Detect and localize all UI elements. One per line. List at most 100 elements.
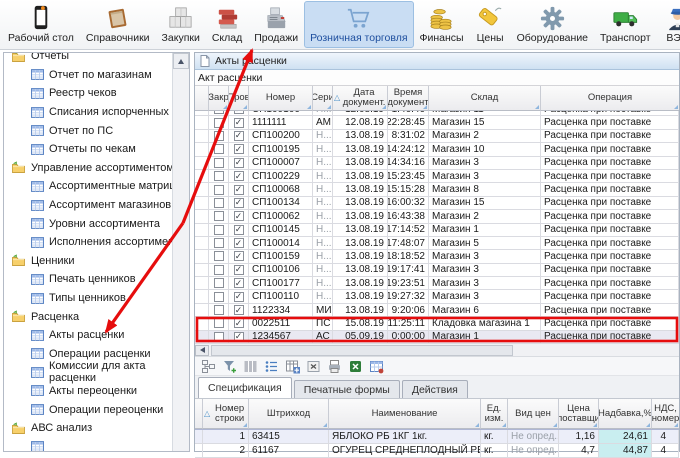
tab-actions[interactable]: Действия xyxy=(402,380,468,398)
formula-icon[interactable] xyxy=(305,359,321,374)
column-header-markup[interactable]: Надбавка,% xyxy=(599,399,652,429)
row-selector-cell[interactable] xyxy=(195,430,203,444)
closed-checkbox[interactable] xyxy=(214,278,224,288)
row-selector-cell[interactable] xyxy=(195,224,209,237)
column-header-series[interactable]: Сери xyxy=(313,86,333,111)
filter-add-icon[interactable] xyxy=(221,359,237,374)
row-selector-cell[interactable] xyxy=(195,250,209,263)
approved-checkbox[interactable] xyxy=(234,118,244,128)
table-row[interactable]: СП100062 Н... 13.08.19 16:43:38 Магазин … xyxy=(195,210,679,223)
closed-checkbox[interactable] xyxy=(214,198,224,208)
sidebar-item[interactable]: Расценка xyxy=(4,307,189,326)
column-header-closed[interactable]: Закр xyxy=(209,86,229,111)
approved-checkbox[interactable] xyxy=(234,211,244,221)
closed-checkbox[interactable] xyxy=(214,305,224,315)
row-selector-cell[interactable] xyxy=(195,290,209,303)
approved-checkbox[interactable] xyxy=(234,238,244,248)
horizontal-scrollbar[interactable] xyxy=(195,344,679,357)
insert-row-icon[interactable] xyxy=(284,359,300,374)
scroll-up-button[interactable] xyxy=(173,53,189,69)
closed-checkbox[interactable] xyxy=(214,292,224,302)
closed-checkbox[interactable] xyxy=(214,111,224,114)
tab-specification[interactable]: Спецификация xyxy=(198,377,292,398)
toolbar-item-warehouse[interactable]: Склад xyxy=(206,1,248,48)
sidebar-item[interactable]: Исполнения ассортимента xyxy=(4,233,189,252)
sidebar-item[interactable]: Отчеты xyxy=(4,52,189,66)
approved-checkbox[interactable] xyxy=(234,251,244,261)
tab-print-forms[interactable]: Печатные формы xyxy=(294,380,400,398)
table-row[interactable]: СП100229 Н... 13.08.19 15:23:45 Магазин … xyxy=(195,170,679,183)
closed-checkbox[interactable] xyxy=(214,251,224,261)
row-selector-cell[interactable] xyxy=(195,197,209,210)
column-header-approved[interactable]: Пров xyxy=(229,86,249,111)
row-selector-cell[interactable] xyxy=(195,331,209,344)
column-header-barcode[interactable]: Штрихкод xyxy=(249,399,329,429)
approved-checkbox[interactable] xyxy=(234,158,244,168)
row-selector-cell[interactable] xyxy=(195,130,209,143)
table-row[interactable]: СП100007 Н... 13.08.19 14:34:16 Магазин … xyxy=(195,157,679,170)
closed-checkbox[interactable] xyxy=(214,144,224,154)
sidebar-item[interactable]: Уровни ассортимента xyxy=(4,214,189,233)
sidebar-item[interactable]: Акты переоценки xyxy=(4,382,189,401)
closed-checkbox[interactable] xyxy=(214,225,224,235)
toolbar-item-finance[interactable]: Финансы xyxy=(414,1,470,48)
toolbar-item-equipment[interactable]: Оборудование xyxy=(511,1,594,48)
sidebar-item[interactable]: Операции переоценки xyxy=(4,400,189,419)
closed-checkbox[interactable] xyxy=(214,185,224,195)
sidebar-item[interactable]: Акты расценки xyxy=(4,326,189,345)
sidebar-item[interactable]: Ассортимент магазинов xyxy=(4,196,189,215)
column-header-supplier-price[interactable]: Цена поставщи xyxy=(559,399,599,429)
closed-checkbox[interactable] xyxy=(214,211,224,221)
approved-checkbox[interactable] xyxy=(234,225,244,235)
row-selector-cell[interactable] xyxy=(195,237,209,250)
sidebar-item[interactable]: АВС анализ xyxy=(4,419,189,438)
print-icon[interactable] xyxy=(326,359,342,374)
table-row[interactable]: СП100068 Н... 13.08.19 15:15:28 Магазин … xyxy=(195,183,679,196)
approved-checkbox[interactable] xyxy=(234,332,244,342)
closed-checkbox[interactable] xyxy=(214,332,224,342)
column-header-line-number[interactable]: △Номер строки xyxy=(203,399,249,429)
closed-checkbox[interactable] xyxy=(214,118,224,128)
column-header-number[interactable]: Номер xyxy=(249,86,313,111)
column-header-unit[interactable]: Ед. изм. xyxy=(481,399,508,429)
approved-checkbox[interactable] xyxy=(234,265,244,275)
table-row[interactable]: СП100200 Н... 13.08.19 8:31:02 Магазин 2… xyxy=(195,130,679,143)
row-selector-cell[interactable] xyxy=(195,143,209,156)
excel-export-icon[interactable] xyxy=(347,359,363,374)
sidebar-item[interactable] xyxy=(4,437,189,452)
table-row[interactable]: СП100195 Н... 13.08.19 14:24:12 Магазин … xyxy=(195,143,679,156)
sidebar-item[interactable]: Реестр чеков xyxy=(4,84,189,103)
sidebar-item[interactable]: Отчет по магазинам xyxy=(4,66,189,85)
toolbar-item-transport[interactable]: Транспорт xyxy=(594,1,657,48)
spec-row[interactable]: 1 63415 ЯБЛОКО РБ 1КГ 1кг. кг. Не опред.… xyxy=(195,429,679,444)
column-header-time[interactable]: Время документ xyxy=(388,86,429,111)
closed-checkbox[interactable] xyxy=(214,171,224,181)
row-selector-cell[interactable] xyxy=(195,157,209,170)
sidebar-item[interactable]: Типы ценников xyxy=(4,289,189,308)
window-title-bar[interactable]: Акты расценки xyxy=(195,53,679,70)
table-row[interactable]: СП100134 Н... 13.08.19 16:00:32 Магазин … xyxy=(195,197,679,210)
sidebar-item[interactable]: Отчеты по чекам xyxy=(4,140,189,159)
list-icon[interactable] xyxy=(263,359,279,374)
sidebar-item[interactable]: Ценники xyxy=(4,252,189,271)
sidebar-item[interactable]: Комиссии для акта расценки xyxy=(4,363,189,382)
row-selector-cell[interactable] xyxy=(195,170,209,183)
closed-checkbox[interactable] xyxy=(214,265,224,275)
closed-checkbox[interactable] xyxy=(214,131,224,141)
closed-checkbox[interactable] xyxy=(214,238,224,248)
table-row[interactable]: 1122334 МИ 13.08.19 9:20:06 Магазин 6 Ра… xyxy=(195,304,679,317)
toolbar-item-sales[interactable]: Продажи xyxy=(248,1,304,48)
column-header-vat[interactable]: НДС, номер xyxy=(652,399,679,429)
row-selector-cell[interactable] xyxy=(195,304,209,317)
sidebar-item[interactable]: Управление ассортиментом xyxy=(4,159,189,178)
table-row[interactable]: СП100106 Н... 13.08.19 19:17:41 Магазин … xyxy=(195,264,679,277)
table-row[interactable]: СП100110 Н... 13.08.19 19:27:32 Магазин … xyxy=(195,290,679,303)
approved-checkbox[interactable] xyxy=(234,198,244,208)
approved-checkbox[interactable] xyxy=(234,111,244,114)
closed-checkbox[interactable] xyxy=(214,158,224,168)
sidebar-item[interactable]: Ассортиментные матрицы xyxy=(4,177,189,196)
column-header-operation[interactable]: Операция xyxy=(541,86,679,111)
row-selector-cell[interactable] xyxy=(195,264,209,277)
sidebar-scrollbar[interactable] xyxy=(172,53,189,451)
row-selector-cell[interactable] xyxy=(195,183,209,196)
